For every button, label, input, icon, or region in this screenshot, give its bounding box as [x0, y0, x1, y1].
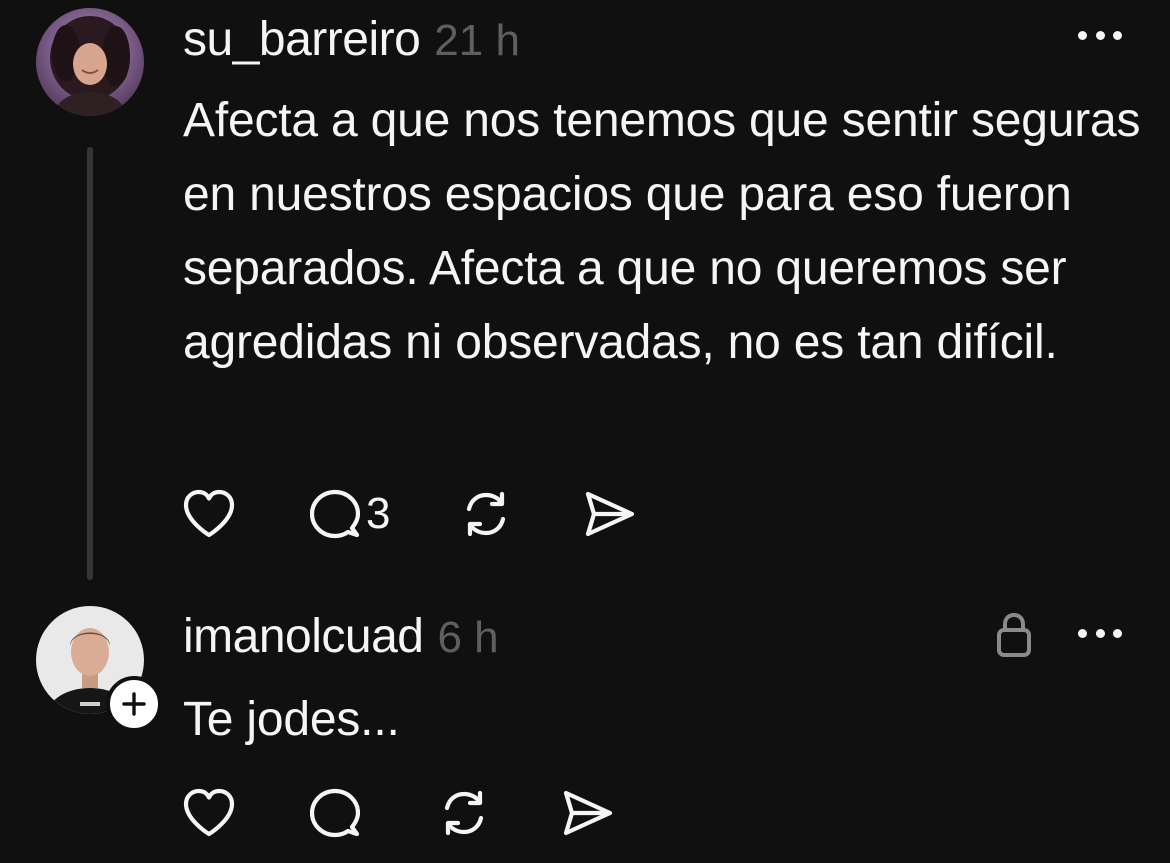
follow-button[interactable] — [106, 676, 162, 732]
repost-icon — [444, 790, 484, 836]
username[interactable]: imanolcuad — [183, 610, 424, 663]
avatar-image — [36, 8, 144, 116]
avatar-su-barreiro[interactable] — [36, 8, 144, 116]
comment-icon — [310, 489, 360, 539]
heart-icon — [183, 489, 235, 538]
action-bar — [180, 783, 614, 843]
share-button[interactable] — [562, 789, 614, 837]
username-row: su_barreiro 21 h — [183, 12, 520, 67]
reply-count: 3 — [366, 489, 391, 538]
thread-line — [87, 147, 93, 580]
timestamp: 21 h — [434, 16, 520, 65]
username-row: imanolcuad 6 h — [183, 609, 499, 664]
comment-icon — [310, 788, 360, 838]
repost-button[interactable] — [438, 787, 490, 839]
more-icon[interactable] — [1078, 28, 1122, 42]
share-icon — [563, 790, 613, 836]
repost-button[interactable] — [460, 488, 512, 540]
reply-button[interactable]: 3 — [310, 489, 390, 539]
reply-button[interactable] — [310, 788, 360, 838]
post-text: Te jodes... — [183, 693, 400, 746]
heart-icon — [183, 788, 235, 837]
like-button[interactable] — [182, 788, 236, 838]
action-bar: 3 — [180, 484, 636, 544]
repost-icon — [467, 491, 506, 537]
share-icon — [586, 491, 635, 537]
lock-button[interactable] — [995, 612, 1033, 663]
post-text: Afecta a que nos tenemos que sentir segu… — [183, 94, 1141, 369]
timestamp: 6 h — [437, 613, 499, 662]
username[interactable]: su_barreiro — [183, 13, 421, 66]
more-icon[interactable] — [1078, 626, 1122, 640]
share-button[interactable] — [584, 490, 636, 538]
lock-icon — [997, 612, 1031, 657]
like-button[interactable] — [182, 489, 236, 539]
follow-plus-icon — [122, 692, 146, 716]
